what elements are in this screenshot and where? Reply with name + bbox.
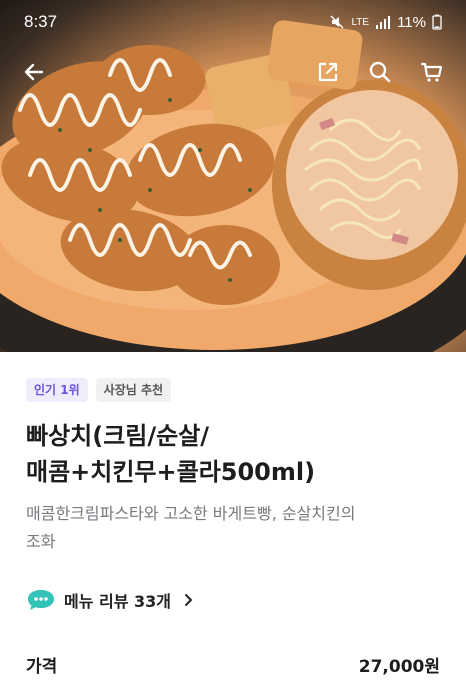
product-title: 빠상치(크림/순살/ 매콤+치킨무+콜라500ml)	[26, 418, 446, 490]
product-description-line1: 매콤한크림파스타와 고소한 바게트빵, 순살치킨의	[26, 504, 356, 523]
review-count-label: 메뉴 리뷰 33개	[64, 592, 172, 611]
signal-icon	[376, 16, 391, 29]
battery-icon	[432, 14, 442, 30]
arrow-left-icon	[24, 63, 44, 81]
cart-icon	[420, 62, 443, 82]
search-button[interactable]	[364, 56, 396, 88]
price-label: 가격	[26, 657, 58, 677]
share-icon	[318, 62, 338, 82]
back-button[interactable]	[18, 56, 50, 88]
product-info: 인기 1위 사장님 추천 빠상치(크림/순살/ 매콤+치킨무+콜라500ml) …	[0, 352, 466, 699]
product-description: 매콤한크림파스타와 고소한 바게트빵, 순살치킨의 조화	[26, 500, 446, 556]
mute-icon	[330, 15, 344, 29]
network-label: LTE	[351, 16, 370, 28]
menu-review-link[interactable]: 메뉴 리뷰 33개	[26, 588, 195, 612]
chevron-right-icon	[185, 594, 193, 606]
status-time: 8:37	[24, 12, 58, 31]
price-value: 27,000원	[358, 657, 440, 677]
popular-badge: 인기 1위	[26, 378, 88, 402]
share-button[interactable]	[312, 56, 344, 88]
product-title-line1: 빠상치(크림/순살/	[26, 422, 210, 450]
owner-recommend-badge: 사장님 추천	[95, 378, 172, 402]
search-icon	[369, 61, 391, 83]
top-nav	[0, 50, 466, 94]
status-icons: LTE 11%	[329, 14, 442, 31]
badge-list: 인기 1위 사장님 추천	[26, 378, 172, 402]
product-title-line2: 매콤+치킨무+콜라500ml)	[26, 458, 316, 486]
battery-label: 11%	[397, 13, 426, 31]
product-description-line2: 조화	[26, 532, 56, 551]
status-bar: 8:37 LTE 11%	[0, 0, 466, 44]
speech-bubble-icon	[28, 590, 54, 610]
price-row: 가격 27,000원	[26, 652, 440, 677]
cart-button[interactable]	[416, 56, 448, 88]
